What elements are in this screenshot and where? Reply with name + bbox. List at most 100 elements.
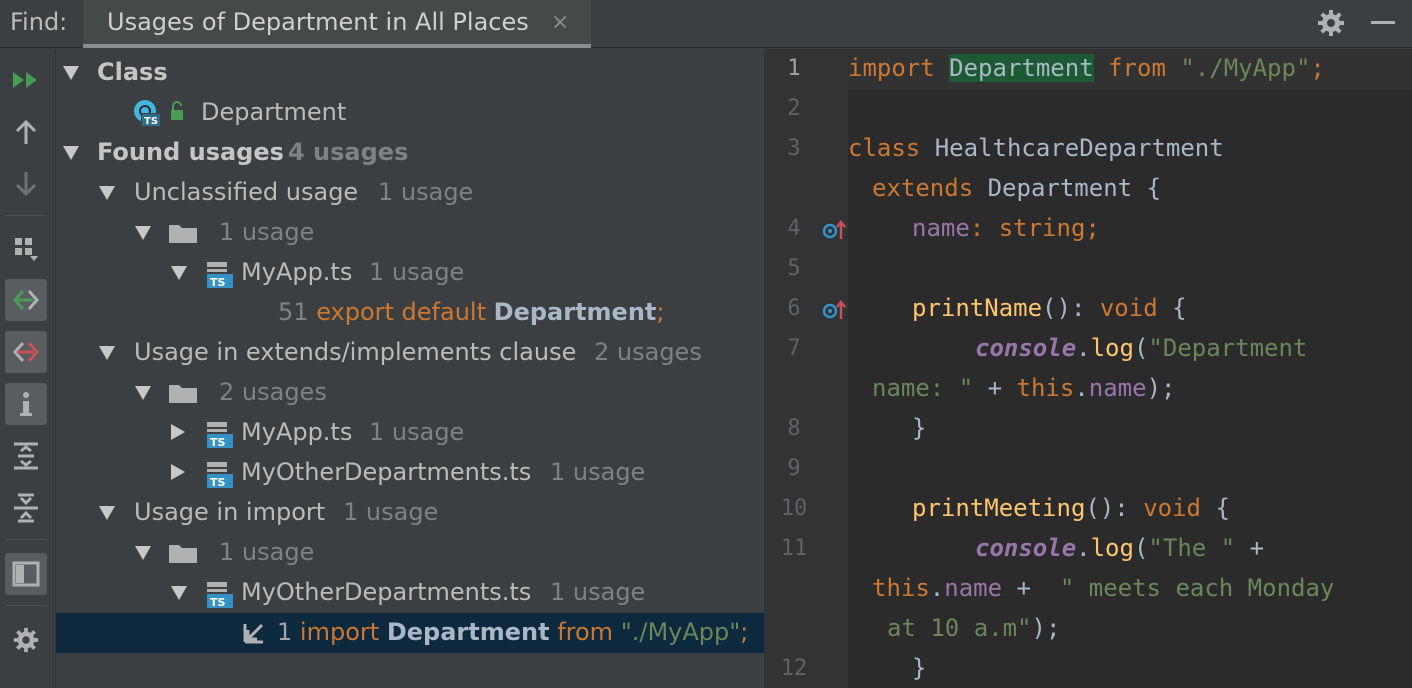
svg-text:TS: TS <box>210 596 226 608</box>
expand-arrow-icon[interactable] <box>99 506 115 520</box>
show-write-access-icon[interactable] <box>5 331 47 373</box>
tree-node-file[interactable]: TS MyOtherDepartments.ts 1 usage <box>56 573 764 613</box>
line-number: 1 <box>787 56 801 81</box>
tree-node-class-item[interactable]: TS Department <box>56 93 764 133</box>
collapsed-arrow-icon[interactable] <box>171 424 185 440</box>
find-label: Find: <box>10 8 68 36</box>
minimize-icon[interactable] <box>1371 21 1395 24</box>
show-read-access-icon[interactable] <box>5 279 47 321</box>
code-property: name <box>1088 374 1147 402</box>
code-string: "The " <box>1148 534 1236 562</box>
editor-gutter: 1 2 3 4 5 6 7 8 9 10 11 12 <box>764 49 848 688</box>
line-number: 5 <box>787 256 801 281</box>
code-punct: { <box>1172 294 1187 322</box>
tree-node-import-usage[interactable]: Usage in import 1 usage <box>56 493 764 533</box>
previous-occurrence-icon[interactable] <box>5 111 47 153</box>
code-punct: } <box>912 414 927 442</box>
tree-node-label: MyApp.ts <box>241 418 353 446</box>
expand-arrow-icon[interactable] <box>171 586 187 600</box>
code-line: extends Department { <box>872 174 1161 202</box>
code-keyword: from <box>1108 54 1166 82</box>
usage-count: 1 usage <box>369 258 465 286</box>
typescript-class-icon: TS <box>134 100 183 127</box>
preview-icon[interactable] <box>5 553 47 595</box>
code-string: " meets each Monday <box>1059 574 1335 602</box>
usage-count: 1 usage <box>378 178 474 206</box>
code-punct: : <box>969 214 985 242</box>
info-icon[interactable] <box>5 383 47 425</box>
gear-icon[interactable] <box>1316 8 1346 38</box>
code-punct: . <box>1076 334 1091 362</box>
line-number: 4 <box>787 216 801 241</box>
expand-arrow-icon[interactable] <box>171 266 187 280</box>
code-operator: + <box>1235 534 1265 562</box>
collapse-all-icon[interactable] <box>5 487 47 529</box>
rerun-icon[interactable] <box>5 59 47 101</box>
usage-line-selected[interactable]: 1 import Department from "./MyApp"; <box>56 613 764 653</box>
tree-node-file[interactable]: TS MyOtherDepartments.ts 1 usage <box>56 453 764 493</box>
code-line: import Department from "./MyApp"; <box>848 54 1325 82</box>
override-gutter-icon[interactable] <box>822 217 848 243</box>
tab-usages[interactable]: Usages of Department in All Places × <box>83 0 591 48</box>
preview-editor[interactable]: 1 2 3 4 5 6 7 8 9 10 11 12 import Depart… <box>764 49 1412 688</box>
expand-arrow-icon[interactable] <box>63 146 79 160</box>
next-occurrence-icon[interactable] <box>5 163 47 205</box>
expand-arrow-icon[interactable] <box>99 186 115 200</box>
expand-arrow-icon[interactable] <box>135 226 151 240</box>
code-punct: { <box>1146 174 1162 202</box>
expand-arrow-icon[interactable] <box>63 66 79 80</box>
tree-node-folder[interactable]: 1 usage <box>56 213 764 253</box>
code-operator: + <box>1002 574 1060 602</box>
settings-icon[interactable] <box>5 619 47 661</box>
code-punct: ); <box>1031 614 1061 642</box>
tree-node-label: MyApp.ts <box>241 258 353 286</box>
code-string: name: " <box>872 374 974 402</box>
code-string: "./MyApp" <box>1180 54 1311 82</box>
tree-node-label: Class <box>97 58 168 86</box>
code-keyword: export default <box>316 298 487 326</box>
code-function: log <box>1090 534 1134 562</box>
code-punct: } <box>912 654 927 682</box>
code-string: at 10 a.m" <box>887 614 1032 642</box>
tree-node-folder[interactable]: 1 usage <box>56 533 764 573</box>
expand-arrow-icon[interactable] <box>99 346 115 360</box>
usage-line[interactable]: 51 export default Department; <box>56 293 764 333</box>
tree-node-unclassified[interactable]: Unclassified usage 1 usage <box>56 173 764 213</box>
usage-count: 1 usage <box>343 498 439 526</box>
typescript-file-icon: TS <box>207 582 233 608</box>
close-icon[interactable]: × <box>551 10 569 35</box>
tree-node-extends-usage[interactable]: Usage in extends/implements clause 2 usa… <box>56 333 764 373</box>
expand-all-icon[interactable] <box>5 435 47 477</box>
svg-text:TS: TS <box>210 276 226 288</box>
code-line: } <box>912 654 926 682</box>
usage-count: 1 usage <box>550 458 646 486</box>
override-gutter-icon[interactable] <box>822 297 848 323</box>
code-keyword: this <box>1016 374 1075 402</box>
usage-count: 1 usage <box>219 218 315 246</box>
tree-node-found-usages[interactable]: Found usages 4 usages <box>56 133 764 173</box>
tree-node-class[interactable]: Class <box>56 53 764 93</box>
tree-node-folder[interactable]: 2 usages <box>56 373 764 413</box>
tree-node-file[interactable]: TS MyApp.ts 1 usage <box>56 253 764 293</box>
code-property: name <box>912 214 970 242</box>
import-usage-icon <box>243 623 264 644</box>
code-punct: ; <box>740 618 749 646</box>
expand-arrow-icon[interactable] <box>135 386 151 400</box>
collapsed-arrow-icon[interactable] <box>171 464 185 480</box>
line-number: 2 <box>787 96 801 121</box>
code-line: name: " + this.name); <box>872 374 1175 402</box>
code-function: printName <box>912 294 1043 322</box>
expand-arrow-icon[interactable] <box>135 546 151 560</box>
usage-count: 2 usages <box>219 378 327 406</box>
tree-node-file[interactable]: TS MyApp.ts 1 usage <box>56 413 764 453</box>
line-number: 7 <box>787 336 801 361</box>
group-by-icon[interactable] <box>5 227 47 269</box>
code-keyword: string; <box>998 214 1100 242</box>
svg-text:TS: TS <box>210 436 226 448</box>
code-property: name <box>944 574 1003 602</box>
code-keyword: void <box>1099 294 1158 322</box>
code-keyword: from <box>557 618 614 646</box>
code-match: Department <box>386 618 550 646</box>
tree-node-label: Found usages <box>97 138 284 166</box>
tab-title: Usages of Department in All Places <box>107 8 529 36</box>
